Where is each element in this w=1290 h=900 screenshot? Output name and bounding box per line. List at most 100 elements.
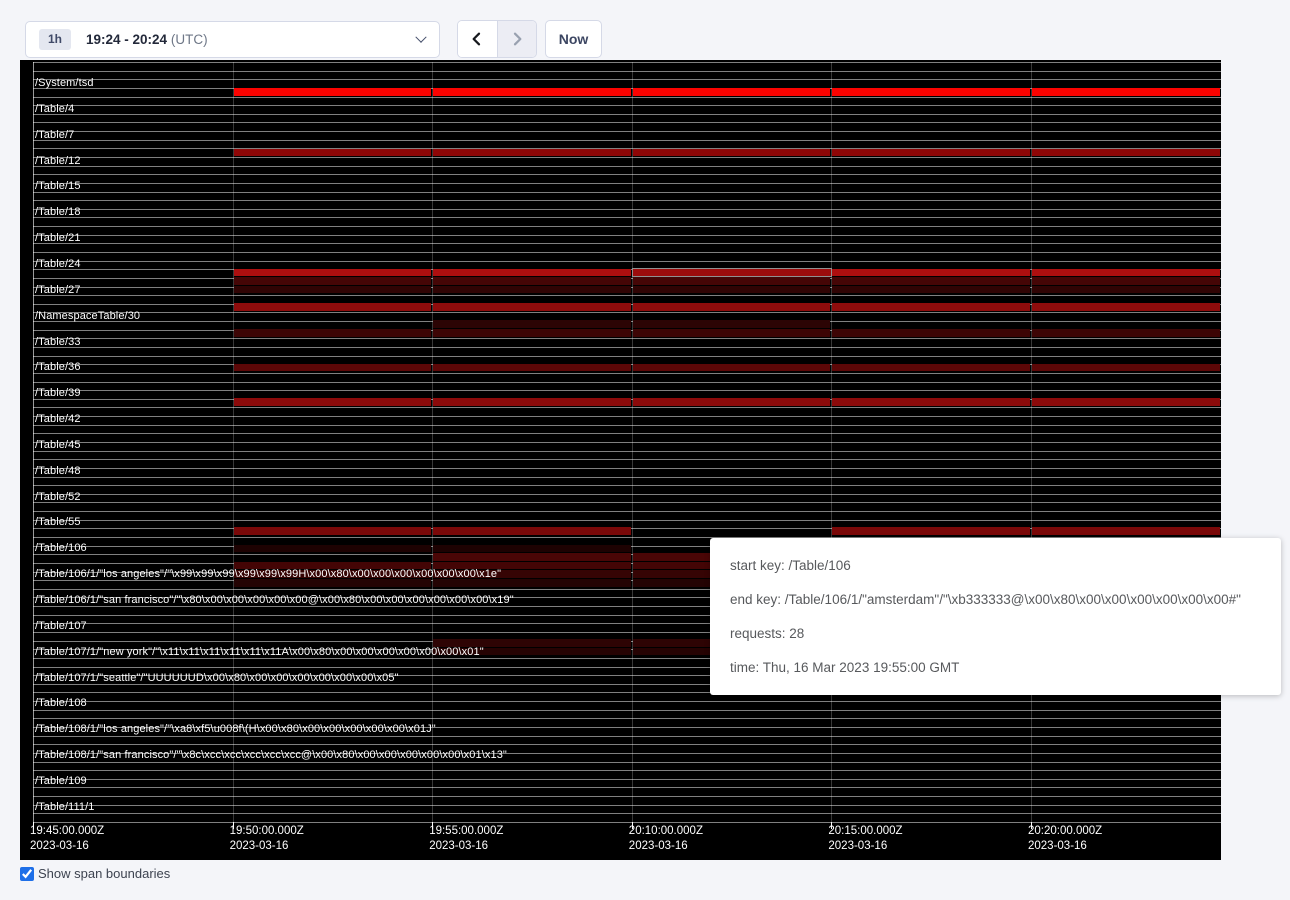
hover-tooltip: start key: /Table/106 end key: /Table/10… [710,538,1281,695]
heatmap-band[interactable] [1032,277,1220,285]
heatmap-band[interactable] [234,149,432,157]
heatmap-band[interactable] [832,398,1030,406]
span-boundary-line [33,407,1221,408]
heatmap-band[interactable] [832,329,1030,337]
span-boundary-line [33,701,1221,702]
span-boundary-line [33,485,1221,486]
range-label: 19:24 - 20:24 (UTC) [86,32,208,47]
heatmap-band[interactable] [633,286,831,294]
show-span-boundaries-checkbox[interactable] [20,867,34,881]
heatmap-band[interactable] [433,398,631,406]
span-boundary-line [33,382,1221,383]
span-boundary-line [33,468,1221,469]
show-span-boundaries-control[interactable]: Show span boundaries [20,866,170,881]
heatmap-band[interactable] [234,303,432,311]
heatmap-band[interactable] [433,269,631,277]
span-boundary-line [33,312,1221,313]
heatmap-band[interactable] [433,277,631,285]
prev-time-button[interactable] [458,21,497,57]
tooltip-end-key: end key: /Table/106/1/"amsterdam"/"\xb33… [730,583,1261,617]
span-boundary-line [33,787,1221,788]
heatmap-band[interactable] [832,269,1030,277]
span-boundary-line [33,520,1221,521]
heatmap-band[interactable] [633,149,831,157]
heatmap-band[interactable] [633,329,831,337]
row-label: /Table/106/1/"los angeles"/"\x99\x99\x99… [35,568,501,580]
span-boundary-line [33,122,1221,123]
heatmap-band[interactable] [1032,527,1220,535]
heatmap-band[interactable] [832,286,1030,294]
heatmap-band[interactable] [234,329,432,337]
heatmap-band[interactable] [433,320,631,328]
heatmap-band[interactable] [1032,149,1220,157]
row-label: /Table/106 [35,542,87,554]
heatmap-band[interactable] [832,303,1030,311]
toolbar: 1h 19:24 - 20:24 (UTC) Now [0,0,1290,60]
heatmap-band[interactable] [633,398,831,406]
heatmap-band[interactable] [1032,303,1220,311]
span-boundary-line [33,200,1221,201]
heatmap-band[interactable] [832,149,1030,157]
heatmap-cell-highlighted[interactable] [632,268,833,277]
heatmap-band[interactable] [1032,398,1220,406]
span-boundary-line [33,494,1221,495]
heatmap-band[interactable] [1032,286,1220,294]
span-boundary-line [33,805,1221,806]
heatmap-band[interactable] [633,277,831,285]
heatmap-band[interactable] [633,88,831,96]
heatmap-band[interactable] [633,303,831,311]
time-range-selector[interactable]: 1h 19:24 - 20:24 (UTC) [25,21,440,58]
next-time-button[interactable] [497,21,537,57]
heatmap-band[interactable] [234,88,432,96]
heatmap-band[interactable] [1032,329,1220,337]
heatmap-band[interactable] [234,277,432,285]
span-boundary-line [33,822,1221,823]
heatmap-band[interactable] [832,277,1030,285]
heatmap-band[interactable] [234,527,432,535]
row-label: /Table/106/1/"san francisco"/"\x80\x00\x… [35,594,514,606]
heatmap-band[interactable] [433,527,631,535]
heatmap-band[interactable] [832,364,1030,372]
span-boundary-line [33,261,1221,262]
span-boundary-line [33,433,1221,434]
heatmap-band[interactable] [1032,364,1220,372]
heatmap-band[interactable] [1032,88,1220,96]
heatmap-band[interactable] [433,329,631,337]
now-button[interactable]: Now [545,20,602,58]
span-boundary-line [33,779,1221,780]
heatmap-band[interactable] [433,545,631,553]
heatmap-band[interactable] [832,88,1030,96]
heatmap-band[interactable] [234,545,432,553]
x-axis-time-label: 20:15:00.000Z [828,825,902,838]
span-boundary-line [33,105,1221,106]
row-label: /Table/45 [35,439,81,451]
heatmap-band[interactable] [234,269,432,277]
key-visualizer-canvas[interactable]: /System/tsd/Table/4/Table/7/Table/12/Tab… [20,60,1221,860]
heatmap-band[interactable] [234,286,432,294]
heatmap-band[interactable] [633,320,831,328]
heatmap-band[interactable] [633,364,831,372]
span-boundary-line [33,174,1221,175]
heatmap-band[interactable] [433,286,631,294]
span-boundary-line [33,477,1221,478]
row-label: /Table/42 [35,413,81,425]
heatmap-band[interactable] [433,303,631,311]
heatmap-band[interactable] [433,88,631,96]
heatmap-band[interactable] [234,398,432,406]
heatmap-band[interactable] [433,149,631,157]
span-boundary-line [33,416,1221,417]
row-label: /Table/7 [35,129,74,141]
heatmap-band[interactable] [1032,269,1220,277]
row-label: /Table/107/1/"new york"/"\x11\x11\x11\x1… [35,646,484,658]
row-label: /Table/111/1 [35,801,95,813]
heatmap-band[interactable] [234,364,432,372]
span-boundary-line [33,252,1221,253]
x-axis-date-label: 2023-03-16 [1028,840,1087,853]
heatmap-band[interactable] [832,527,1030,535]
heatmap-band[interactable] [433,364,631,372]
checkbox-label: Show span boundaries [38,866,170,881]
span-boundary-line [33,373,1221,374]
span-boundary-line [33,442,1221,443]
x-axis-time-label: 20:10:00.000Z [629,825,703,838]
heatmap-band[interactable] [433,553,631,561]
